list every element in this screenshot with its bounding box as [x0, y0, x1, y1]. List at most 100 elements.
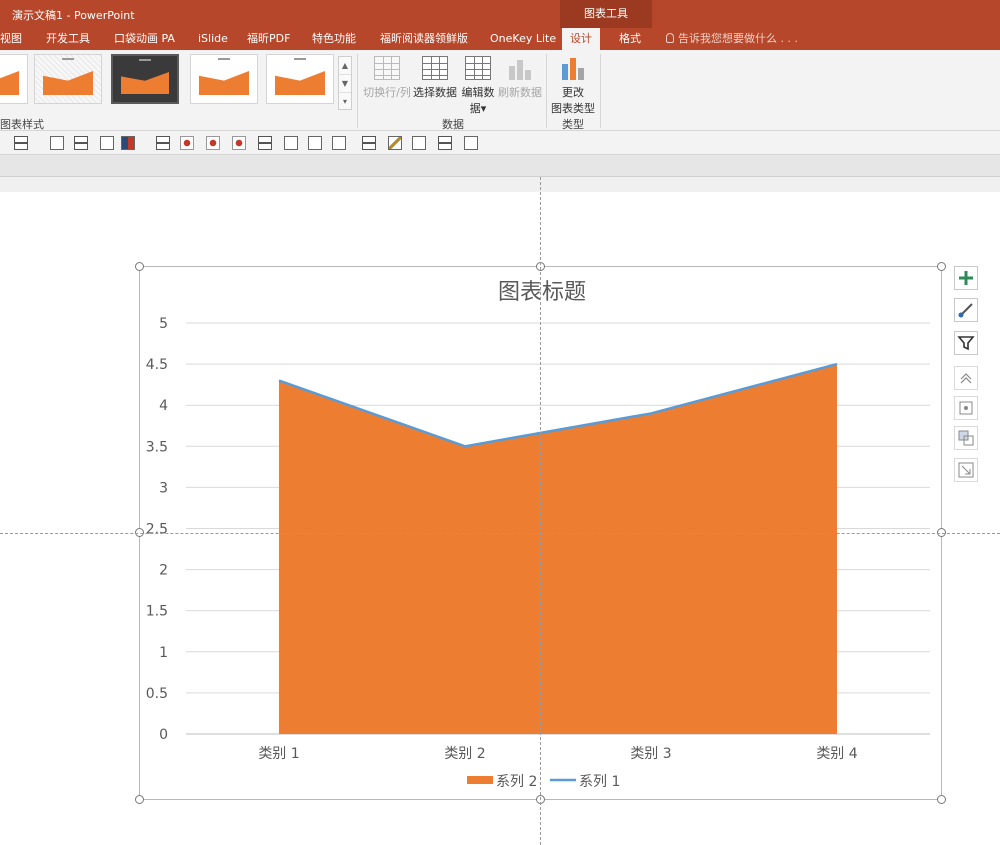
align-center-icon[interactable]	[74, 136, 88, 150]
scroll-down-icon[interactable]: ▼	[339, 75, 351, 93]
legend-label-series-2[interactable]: 系列 2	[496, 774, 537, 790]
tab-onekey-lite[interactable]: OneKey Lite	[490, 28, 556, 50]
align-right-icon[interactable]	[258, 136, 272, 150]
tab-foxit-pdf[interactable]: 福昕PDF	[247, 28, 290, 50]
gallery-more-icon[interactable]: ▾	[339, 93, 351, 111]
switch-row-col-button[interactable]: 切换行/列	[362, 56, 412, 100]
shape-icon[interactable]	[180, 136, 194, 150]
y-tick-label: 1.5	[146, 604, 168, 620]
group-icon[interactable]	[412, 136, 426, 150]
selection-icon[interactable]	[464, 136, 478, 150]
chart-style-thumb[interactable]	[0, 54, 28, 104]
resize-handle-bottom-right[interactable]	[937, 795, 946, 804]
format-painter-icon[interactable]	[388, 136, 402, 150]
select-data-icon	[422, 56, 448, 80]
x-tick-label: 类别 4	[816, 746, 857, 762]
group-divider	[546, 54, 547, 128]
change-chart-type-label-2: 图表类型	[551, 102, 595, 115]
data-group-label: 数据	[442, 118, 464, 131]
edit-data-button[interactable]: 编辑数 据▾	[460, 56, 496, 116]
chart-filters-button[interactable]	[954, 331, 978, 355]
resize-handle-top-right[interactable]	[937, 262, 946, 271]
chart-tools-header: 图表工具	[560, 0, 652, 28]
chart-elements-button[interactable]	[954, 266, 978, 290]
tab-format[interactable]: 格式	[619, 28, 641, 50]
tell-me-search[interactable]: 告诉我您想要做什么 . . .	[666, 28, 798, 50]
legend-label-series-1[interactable]: 系列 1	[579, 774, 620, 790]
tell-me-text: 告诉我您想要做什么 . . .	[678, 32, 798, 45]
tab-view[interactable]: 视图	[0, 28, 22, 50]
brush-icon	[958, 303, 973, 318]
title-bar: 演示文稿1 - PowerPoint 图表工具	[0, 0, 1000, 28]
chart-styles-group-label: 图表样式	[0, 118, 44, 131]
resize-icon	[958, 462, 974, 478]
layout-resize-button[interactable]	[954, 458, 978, 482]
select-data-button[interactable]: 选择数据	[412, 56, 458, 100]
x-tick-label: 类别 3	[630, 746, 671, 762]
type-group-label: 类型	[562, 118, 584, 131]
distribute-icon[interactable]	[100, 136, 114, 150]
refresh-data-icon	[507, 56, 533, 80]
y-tick-label: 4	[159, 398, 168, 414]
chart-area[interactable]: 图表标题 0 0.5 1 1.5 2 2.5 3 3.5 4 4.5 5 类别 1 类别 2 类别 3 类…	[140, 267, 943, 801]
change-chart-type-button[interactable]: 更改 图表类型	[549, 56, 597, 116]
group-divider	[600, 54, 601, 128]
tab-features[interactable]: 特色功能	[312, 28, 356, 50]
lightbulb-icon	[666, 33, 674, 43]
group-divider	[357, 54, 358, 128]
refresh-data-button[interactable]: 刷新数据	[497, 56, 543, 100]
ruler	[0, 155, 1000, 177]
target-icon[interactable]	[232, 136, 246, 150]
filter-icon	[957, 336, 975, 351]
refresh-data-label: 刷新数据	[498, 86, 542, 99]
tab-pocket-animation[interactable]: 口袋动画 PA	[114, 28, 175, 50]
switch-row-col-icon	[374, 56, 400, 80]
chart-style-thumb[interactable]	[34, 54, 102, 104]
arrange-icon[interactable]	[362, 136, 376, 150]
y-tick-label: 3	[159, 480, 168, 496]
change-chart-type-label: 更改	[562, 86, 584, 99]
tab-developer[interactable]: 开发工具	[46, 28, 90, 50]
edit-data-label-2: 据▾	[469, 102, 487, 115]
tab-islide[interactable]: iSlide	[198, 28, 228, 50]
gallery-scroll[interactable]: ▲ ▼ ▾	[338, 56, 352, 110]
plus-icon	[959, 271, 973, 285]
align-left-icon[interactable]	[156, 136, 170, 150]
y-tick-label: 3.5	[146, 439, 168, 455]
change-chart-type-icon	[560, 56, 586, 80]
x-tick-label: 类别 2	[444, 746, 485, 762]
fill-color-icon[interactable]	[121, 136, 135, 150]
chart-styles-button[interactable]	[954, 298, 978, 322]
align-center-icon	[959, 401, 973, 415]
resize-handle-top-left[interactable]	[135, 262, 144, 271]
chart-style-thumb[interactable]	[190, 54, 258, 104]
paste-icon[interactable]	[332, 136, 346, 150]
chart-style-thumb-selected[interactable]	[111, 54, 179, 104]
tab-design[interactable]: 设计	[562, 28, 600, 50]
chart-bars-icon[interactable]	[284, 136, 298, 150]
y-tick-label: 4.5	[146, 357, 168, 373]
x-tick-label: 类别 1	[258, 746, 299, 762]
horizontal-guide	[0, 533, 1000, 534]
resize-handle-bottom-left[interactable]	[135, 795, 144, 804]
chart-style-thumb[interactable]	[266, 54, 334, 104]
chart-title[interactable]: 图表标题	[498, 280, 586, 305]
grid-icon[interactable]	[50, 136, 64, 150]
series-2-area[interactable]	[279, 364, 837, 734]
edit-data-label: 编辑数	[461, 86, 495, 99]
layout-up-button[interactable]	[954, 366, 978, 390]
ungroup-icon[interactable]	[438, 136, 452, 150]
y-tick-label: 1	[159, 645, 168, 661]
edit-data-icon	[465, 56, 491, 80]
layout-center-button[interactable]	[954, 396, 978, 420]
y-tick-label: 0	[159, 727, 168, 743]
tab-foxit-reader[interactable]: 福昕阅读器领鲜版	[380, 28, 468, 50]
line-style-icon[interactable]	[14, 136, 28, 150]
layout-arrange-button[interactable]	[954, 426, 978, 450]
picture-icon[interactable]	[308, 136, 322, 150]
scroll-up-icon[interactable]: ▲	[339, 57, 351, 75]
switch-row-col-label: 切换行/列	[363, 86, 411, 99]
ribbon-tabs: 视图 开发工具 口袋动画 PA iSlide 福昕PDF 特色功能 福昕阅读器领…	[0, 28, 1000, 50]
rotate-icon[interactable]	[206, 136, 220, 150]
y-tick-label: 2	[159, 563, 168, 579]
